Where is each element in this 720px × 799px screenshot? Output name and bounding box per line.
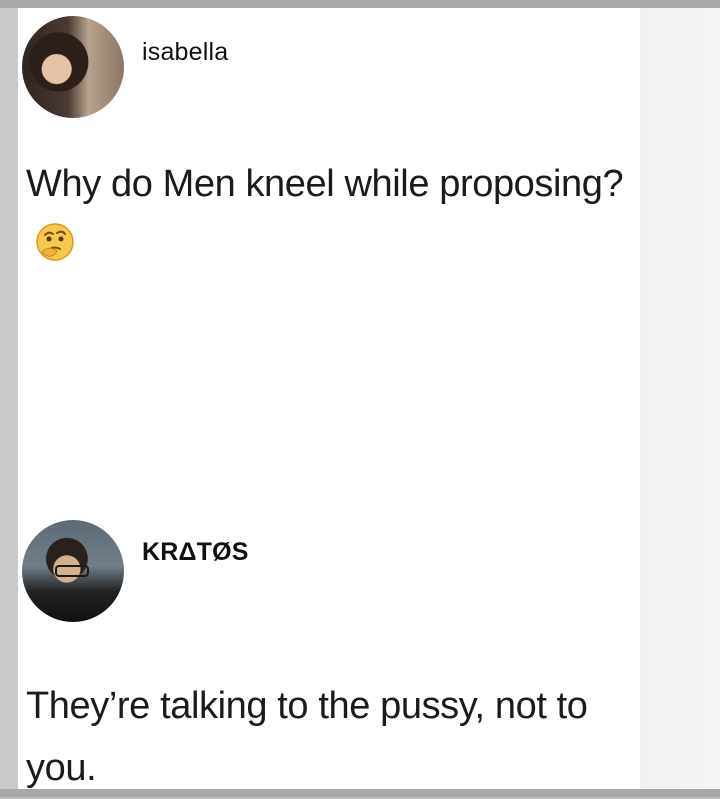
bottom-border	[0, 789, 720, 797]
avatar[interactable]	[22, 520, 124, 622]
username[interactable]: isabella	[142, 38, 228, 67]
post-kratos: KRΔTØS They’re talking to the pussy, not…	[18, 478, 640, 789]
username[interactable]: KRΔTØS	[142, 538, 249, 567]
post-text: They’re talking to the pussy, not to you…	[26, 685, 588, 789]
thinking-face-icon	[34, 221, 76, 263]
post-isabella: isabella Why do Men kneel while proposin…	[18, 8, 640, 478]
avatar[interactable]	[22, 16, 124, 118]
post-text: Why do Men kneel while proposing?	[26, 153, 636, 277]
post-text-content: Why do Men kneel while proposing?	[26, 163, 624, 205]
